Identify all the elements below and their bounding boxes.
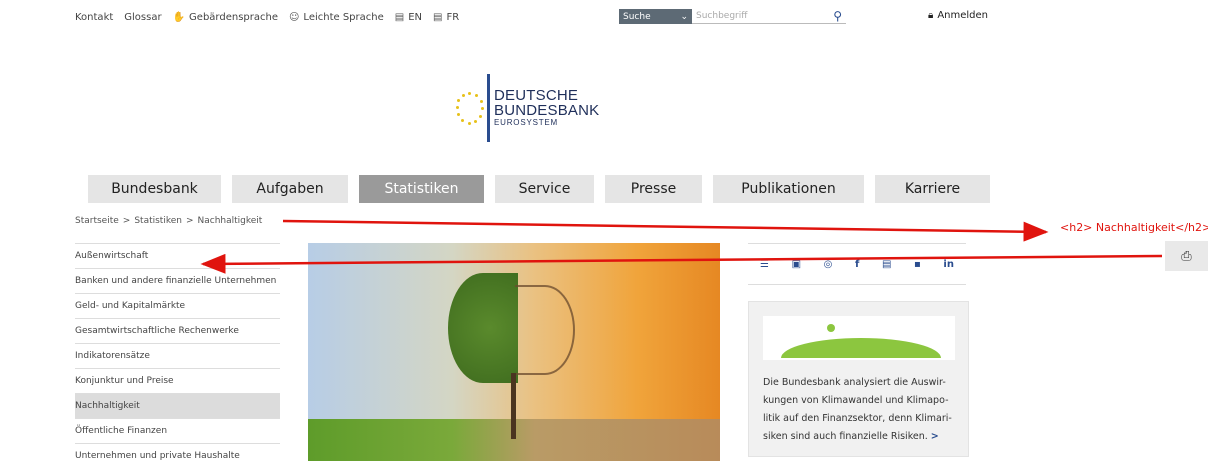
teaser-image-hill <box>781 338 941 358</box>
annotation-label: <h2> Nachhaltigkeit</h2> <box>1060 221 1208 234</box>
teaser-box[interactable]: Die Bundesbank analysiert die Auswir- ku… <box>748 301 969 457</box>
sidebar-item[interactable]: Konjunktur und Preise <box>75 369 280 394</box>
twitter-icon[interactable]: ▣ <box>792 259 801 270</box>
teaser-text-last: siken sind auch finanzielle Risiken. <box>763 431 928 442</box>
breadcrumb: Startseite > Statistiken > Nachhaltigkei… <box>75 216 262 226</box>
sidebar-item[interactable]: Indikatorensätze <box>75 344 280 369</box>
search-scope-select[interactable]: Suche ⌄ <box>619 9 692 24</box>
share-bar: ☰ ▣ ◎ f ▤ ▪ in <box>748 243 966 285</box>
link-leichte-sprache[interactable]: ☺ Leichte Sprache <box>289 12 384 23</box>
nav-presse[interactable]: Presse <box>605 175 702 203</box>
instagram-icon[interactable]: ◎ <box>824 259 833 270</box>
hero-tree-canopy <box>448 273 518 383</box>
sidebar-nav: Außenwirtschaft Banken und andere finanz… <box>75 243 280 461</box>
annotation-arrow-breadcrumb <box>282 219 1049 242</box>
sign-language-icon: ✋ <box>172 11 186 23</box>
nav-statistiken[interactable]: Statistiken <box>359 175 484 203</box>
print-button[interactable]: ⎙ <box>1165 241 1208 271</box>
language-icon: ▤ <box>394 11 405 23</box>
chevron-down-icon: ⌄ <box>680 11 688 22</box>
hero-tree-branches <box>515 285 575 375</box>
search-icon[interactable]: ⚲ <box>833 9 842 23</box>
teaser-image <box>763 316 955 360</box>
list-icon[interactable]: ☰ <box>760 259 769 270</box>
sidebar-item[interactable]: Öffentliche Finanzen <box>75 419 280 444</box>
breadcrumb-separator: > <box>122 216 131 226</box>
youtube-icon[interactable]: ▤ <box>882 259 891 270</box>
link-gebaerdensprache[interactable]: ✋ Gebärdensprache <box>173 12 278 23</box>
nav-service[interactable]: Service <box>495 175 594 203</box>
hero-tree-trunk <box>511 373 516 439</box>
main-nav: Bundesbank Aufgaben Statistiken Service … <box>88 175 990 203</box>
utility-bar: Kontakt Glossar ✋ Gebärdensprache ☺ Leicht… <box>75 8 470 26</box>
teaser-text-line: litik auf den Finanzsektor, denn Klimari… <box>763 413 952 424</box>
nav-bundesbank[interactable]: Bundesbank <box>88 175 221 203</box>
nav-publikationen[interactable]: Publikationen <box>713 175 864 203</box>
easy-language-icon: ☺ <box>288 11 300 23</box>
facebook-icon[interactable]: f <box>855 259 859 270</box>
search-input[interactable]: Suchbegriff ⚲ <box>692 9 846 24</box>
teaser-text-line: kungen von Klimawandel und Klimapo- <box>763 395 949 406</box>
sidebar-item[interactable]: Gesamtwirtschaftliche Rechenwerke <box>75 319 280 344</box>
nav-aufgaben[interactable]: Aufgaben <box>232 175 348 203</box>
teaser-text: Die Bundesbank analysiert die Auswir- ku… <box>763 374 963 446</box>
logo-text: DEUTSCHE BUNDESBANK EUROSYSTEM <box>494 87 600 127</box>
sidebar-item[interactable]: Geld- und Kapitalmärkte <box>75 294 280 319</box>
euro-stars-icon <box>456 90 484 126</box>
link-kontakt[interactable]: Kontakt <box>75 12 113 23</box>
search-bar: Suche ⌄ Suchbegriff ⚲ <box>619 9 846 24</box>
sidebar-item[interactable]: Unternehmen und private Haushalte <box>75 444 280 461</box>
link-fr[interactable]: ▤ FR <box>433 12 459 23</box>
teaser-text-line: siken sind auch finanzielle Risiken. > <box>763 428 963 446</box>
hero-image <box>308 243 720 461</box>
printer-icon: ⎙ <box>1181 248 1192 264</box>
link-glossar[interactable]: Glossar <box>124 12 161 23</box>
nav-karriere[interactable]: Karriere <box>875 175 990 203</box>
teaser-image-leaf <box>827 324 835 332</box>
lock-icon: 🔒︎ <box>928 10 934 21</box>
sidebar-item[interactable]: Außenwirtschaft <box>75 244 280 269</box>
mastodon-icon[interactable]: ▪ <box>914 259 921 270</box>
logo[interactable]: DEUTSCHE BUNDESBANK EUROSYSTEM <box>456 74 599 142</box>
teaser-more-arrow[interactable]: > <box>931 431 939 442</box>
breadcrumb-startseite[interactable]: Startseite <box>75 216 119 226</box>
logo-bar <box>487 74 490 142</box>
login-link[interactable]: 🔒︎ Anmelden <box>928 10 988 21</box>
language-icon: ▤ <box>433 11 443 23</box>
sidebar-item[interactable]: Banken und andere finanzielle Unternehme… <box>75 269 280 294</box>
teaser-text-line: Die Bundesbank analysiert die Auswir- <box>763 377 946 388</box>
link-en[interactable]: ▤ EN <box>395 12 422 23</box>
sidebar-item-active[interactable]: Nachhaltigkeit <box>75 394 280 419</box>
breadcrumb-current: Nachhaltigkeit <box>197 216 263 226</box>
breadcrumb-statistiken[interactable]: Statistiken <box>134 216 182 226</box>
linkedin-icon[interactable]: in <box>943 259 954 270</box>
breadcrumb-separator: > <box>185 216 194 226</box>
